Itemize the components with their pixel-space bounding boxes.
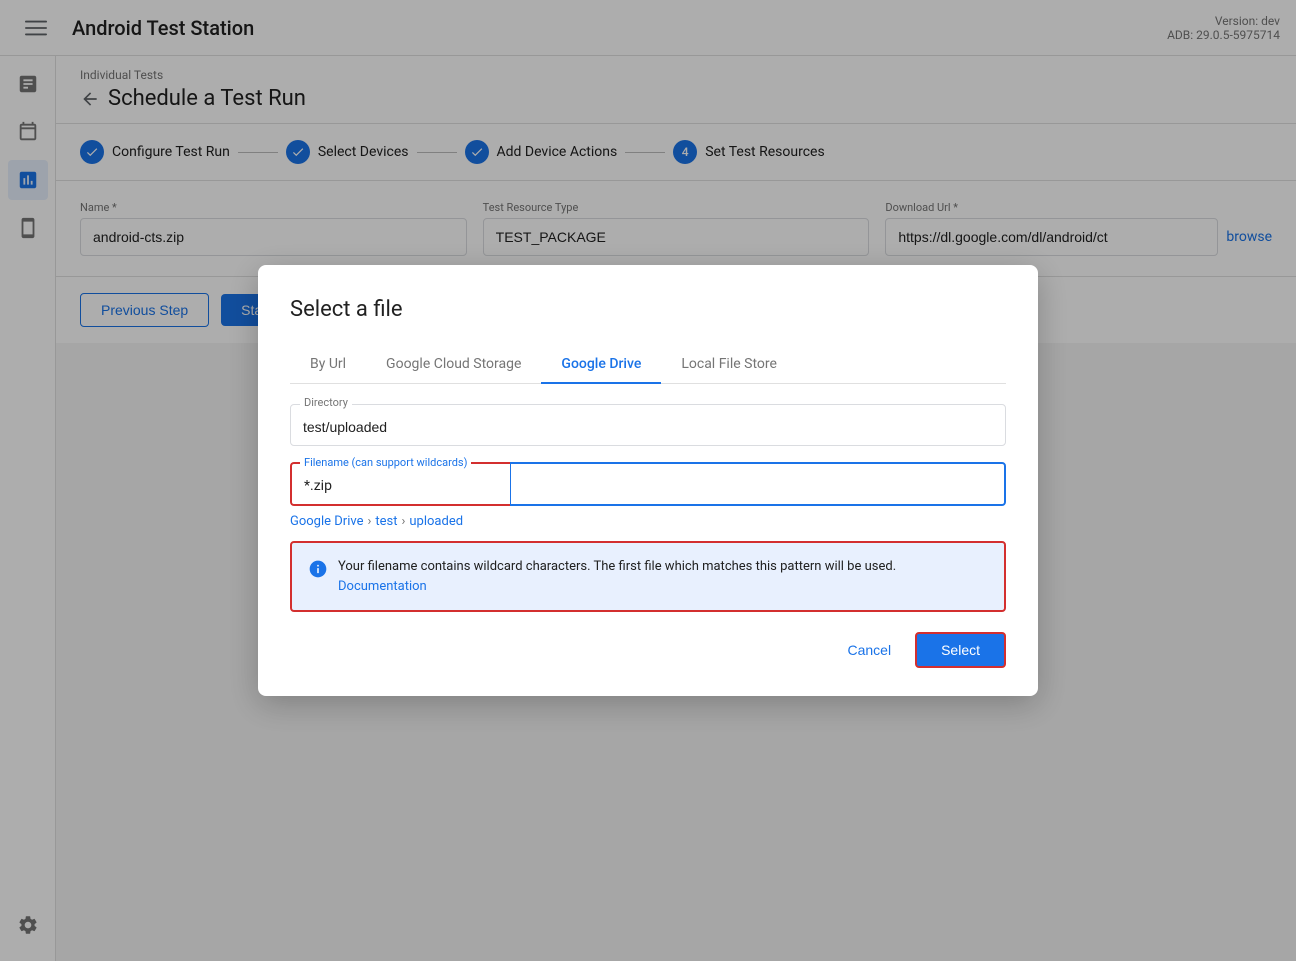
modal-overlay[interactable]: Select a file By Url Google Cloud Storag… xyxy=(0,0,1296,961)
directory-input[interactable] xyxy=(290,404,1006,446)
dialog-cancel-button[interactable]: Cancel xyxy=(835,634,903,666)
directory-label: Directory xyxy=(300,396,352,409)
select-file-dialog: Select a file By Url Google Cloud Storag… xyxy=(258,265,1038,696)
tab-google-drive[interactable]: Google Drive xyxy=(541,346,661,384)
dialog-title: Select a file xyxy=(290,297,1006,322)
filename-input[interactable] xyxy=(523,474,992,490)
path-part-google-drive[interactable]: Google Drive xyxy=(290,514,363,529)
tab-local-file-store[interactable]: Local File Store xyxy=(661,346,797,384)
path-breadcrumb: Google Drive › test › uploaded xyxy=(290,514,1006,529)
filename-display: *.zip xyxy=(304,478,498,494)
path-sep-1: › xyxy=(367,514,371,529)
info-icon xyxy=(308,559,328,584)
directory-field: Directory xyxy=(290,404,1006,446)
filename-right-box[interactable] xyxy=(510,462,1006,506)
filename-label: Filename (can support wildcards) xyxy=(300,456,471,469)
path-sep-2: › xyxy=(401,514,405,529)
dialog-actions: Cancel Select xyxy=(290,632,1006,668)
tab-by-url[interactable]: By Url xyxy=(290,346,366,384)
dialog-select-button[interactable]: Select xyxy=(915,632,1006,668)
path-part-uploaded[interactable]: uploaded xyxy=(409,514,463,529)
filename-left-box: Filename (can support wildcards) *.zip xyxy=(290,462,510,506)
path-part-test[interactable]: test xyxy=(375,514,397,529)
info-box: Your filename contains wildcard characte… xyxy=(290,541,1006,612)
dialog-tabs: By Url Google Cloud Storage Google Drive… xyxy=(290,346,1006,384)
tab-google-cloud-storage[interactable]: Google Cloud Storage xyxy=(366,346,541,384)
filename-wrapper: Filename (can support wildcards) *.zip xyxy=(290,462,1006,506)
documentation-link[interactable]: Documentation xyxy=(338,579,427,594)
info-text: Your filename contains wildcard characte… xyxy=(338,557,988,596)
